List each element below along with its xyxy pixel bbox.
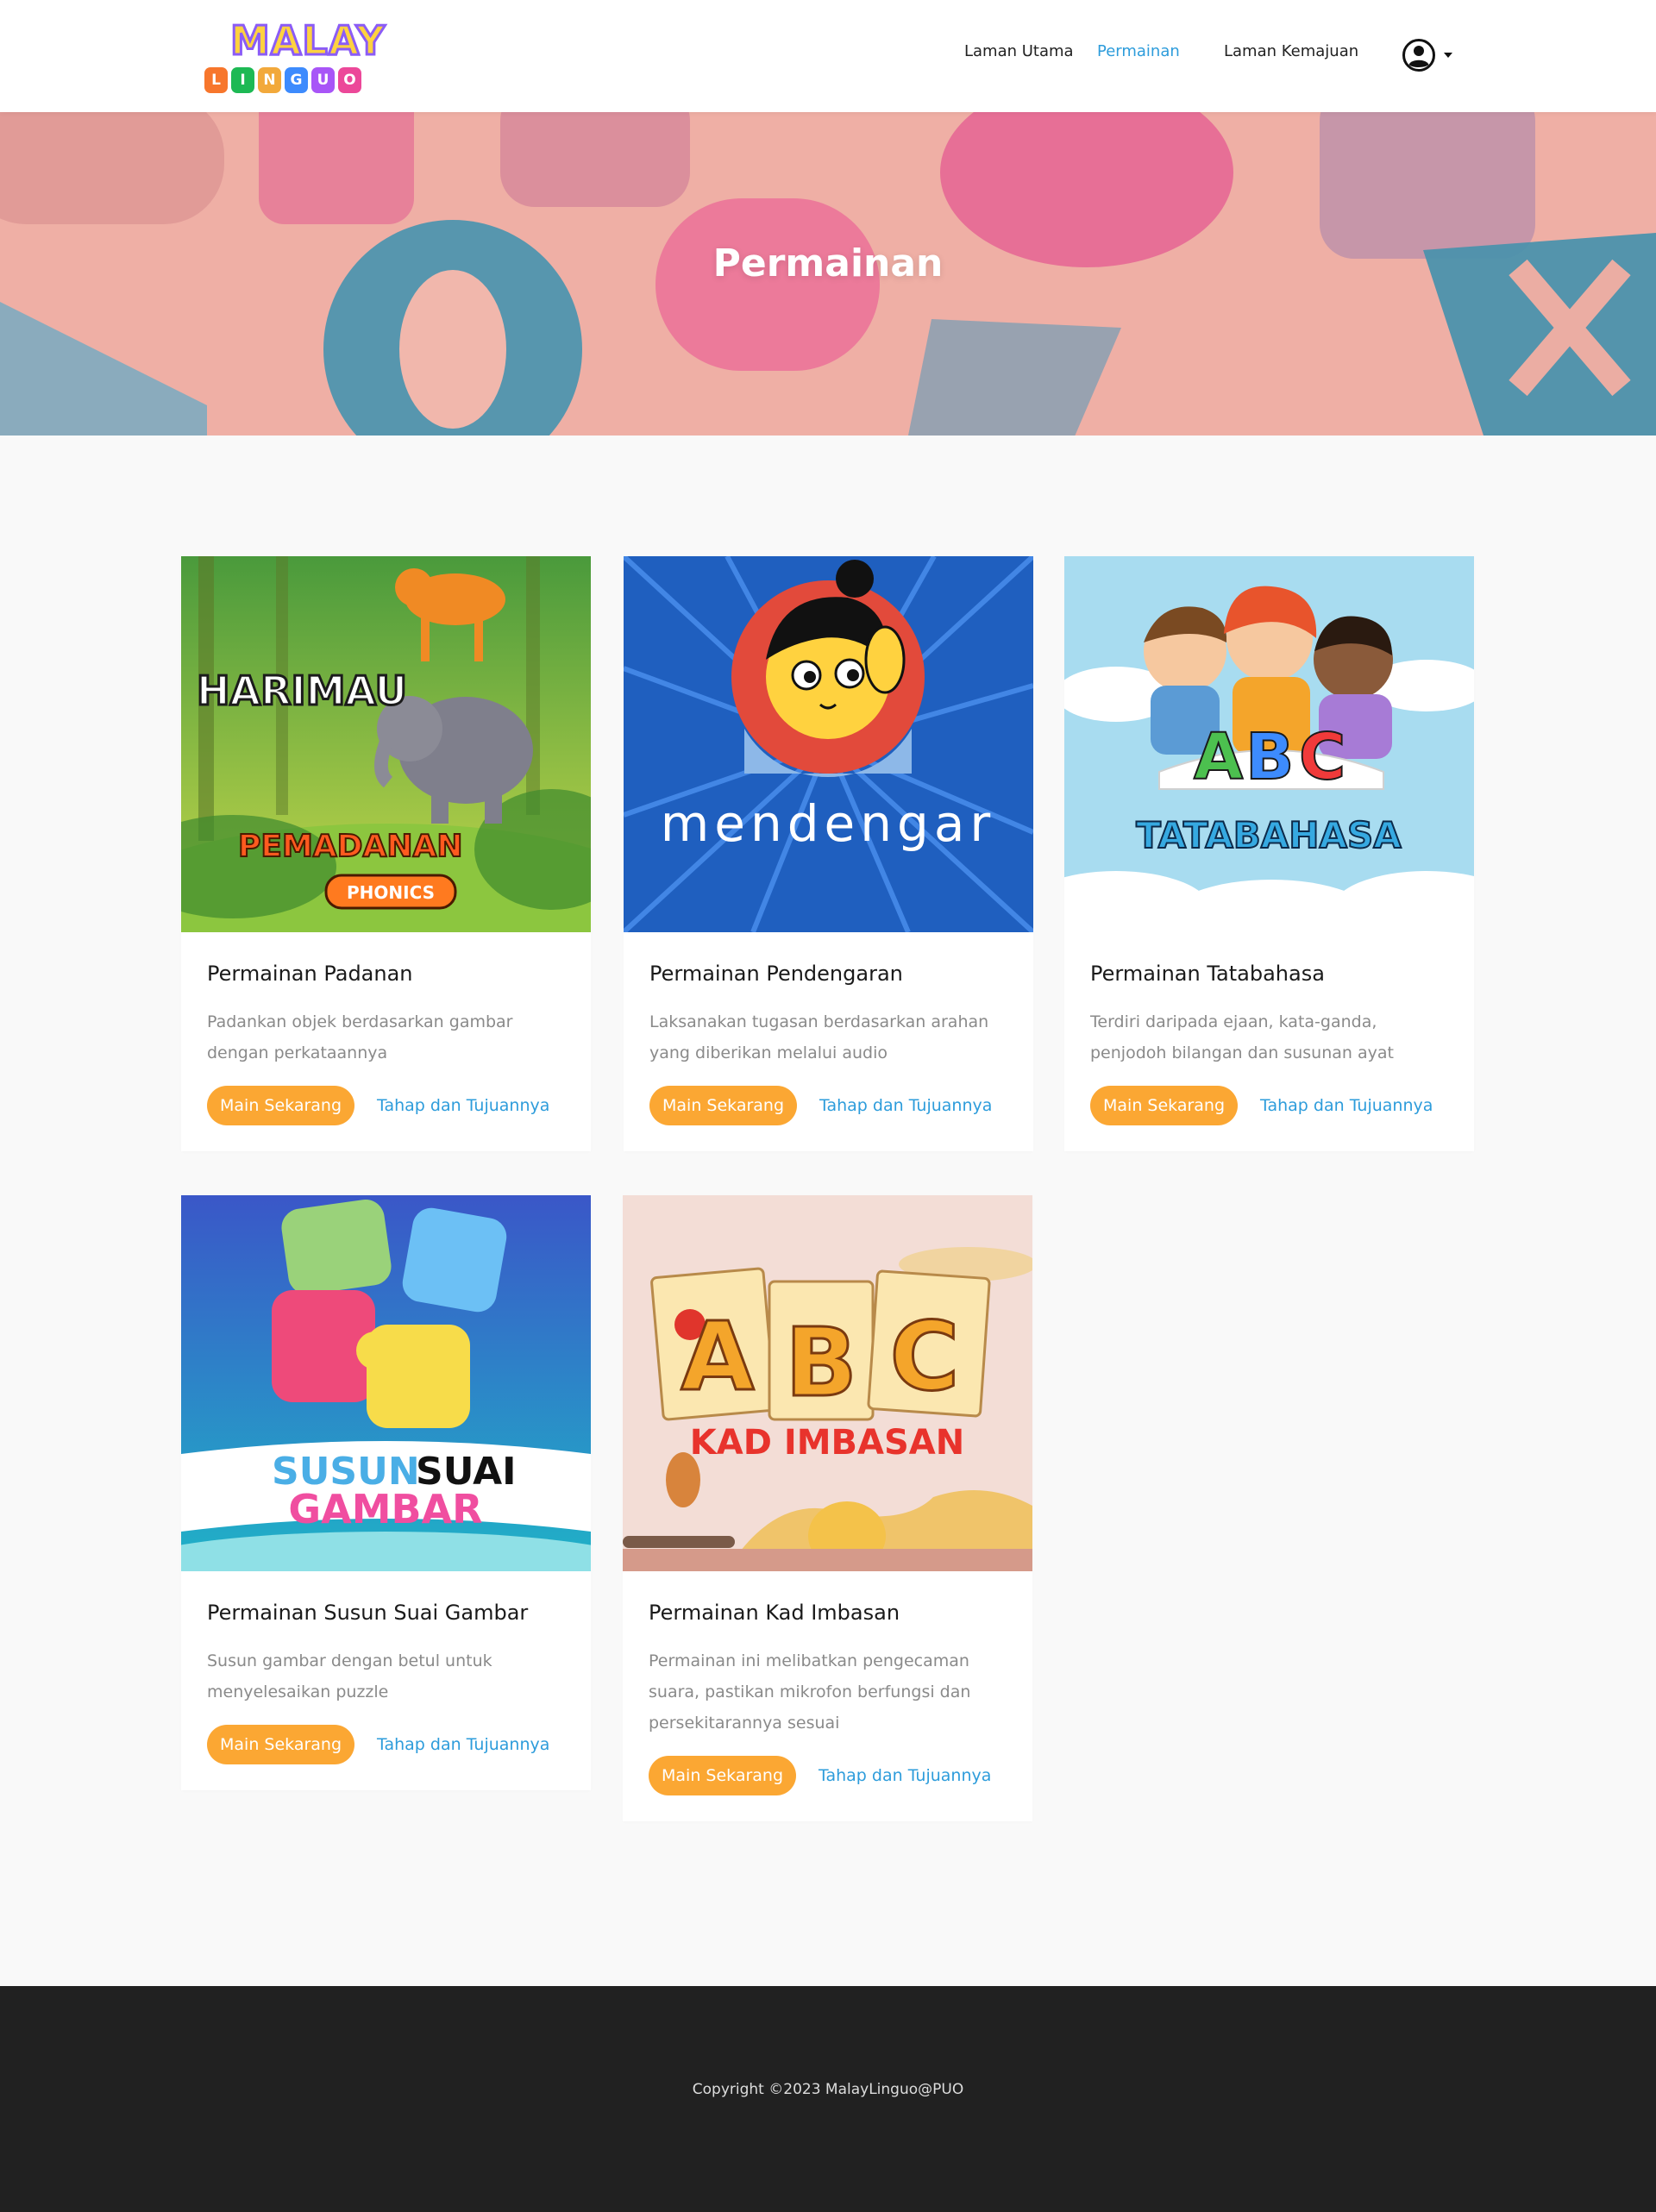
play-now-button[interactable]: Main Sekarang [649,1086,798,1125]
cover-text: TATABAHASA [1136,814,1402,856]
cover-text: PEMADANAN [238,829,463,864]
cover-text: GAMBAR [288,1486,482,1532]
game-card-tatabahasa: A B C TATABAHASA Permainan Tatabahasa Te… [1064,556,1474,1151]
cover-text: PHONICS [347,882,435,903]
game-card-description: Terdiri daripada ejaan, kata-ganda, penj… [1090,1012,1394,1062]
cover-text: B [1245,720,1294,794]
play-now-button[interactable]: Main Sekarang [207,1725,355,1764]
game-card-title: Permainan Susun Suai Gambar [207,1601,529,1625]
navbar: MALAY L I N G U O Laman Utama Permainan … [0,0,1656,112]
kad-imbasan-cover-image: A B C KAD IMBASAN [623,1195,1032,1571]
pendengaran-cover-image: mendengar [624,556,1033,932]
user-circle-icon [1402,39,1435,72]
game-card-actions: Main Sekarang Tahap dan Tujuannya [649,1756,1007,1795]
game-card-description: Permainan ini melibatkan pengecaman suar… [649,1651,971,1733]
game-card-kad-imbasan: A B C KAD IMBASAN Permainan Kad Imbasan … [623,1195,1032,1821]
game-card-description: Padankan objek berdasarkan gambar dengan… [207,1012,513,1062]
play-now-button[interactable]: Main Sekarang [207,1086,355,1125]
game-card-description: Laksanakan tugasan berdasarkan arahan ya… [649,1012,989,1062]
game-card-actions: Main Sekarang Tahap dan Tujuannya [649,1086,1007,1125]
logo-tile: N [258,67,281,93]
cover-text: C [1299,720,1346,794]
game-card-susun-suai-gambar: SUSUN SUAI GAMBAR Permainan Susun Suai G… [181,1195,591,1790]
game-card-body: Permainan Pendengaran Laksanakan tugasan… [624,932,1033,1151]
nav-progress[interactable]: Laman Kemajuan [1224,42,1358,60]
logo-tile: G [285,67,308,93]
game-card-actions: Main Sekarang Tahap dan Tujuannya [207,1725,565,1764]
logo-tile: L [204,67,228,93]
levels-objectives-link[interactable]: Tahap dan Tujuannya [819,1766,991,1785]
cover-text: C [890,1301,960,1412]
logo-tile: O [338,67,361,93]
user-menu-toggle[interactable] [1402,39,1455,72]
cover-text: HARIMAU [197,667,407,714]
page-title: Permainan [712,241,944,285]
game-card-image[interactable]: HARIMAU PEMADANAN PHONICS [181,556,591,932]
game-card-image[interactable]: A B C TATABAHASA [1064,556,1474,932]
cover-text: KAD IMBASAN [690,1423,964,1463]
levels-objectives-link[interactable]: Tahap dan Tujuannya [1260,1096,1433,1115]
game-card-title: Permainan Pendengaran [649,962,903,986]
cover-text: mendengar [661,794,995,853]
play-now-button[interactable]: Main Sekarang [649,1756,797,1795]
tatabahasa-cover-image: A B C TATABAHASA [1064,556,1474,932]
game-card-pendengaran: mendengar Permainan Pendengaran Laksanak… [624,556,1033,1151]
cover-text: A [681,1301,754,1412]
hero-banner: Permainan [0,112,1656,436]
game-card-title: Permainan Tatabahasa [1090,962,1325,986]
levels-objectives-link[interactable]: Tahap dan Tujuannya [819,1096,992,1115]
game-card-title: Permainan Padanan [207,962,413,986]
game-card-body: Permainan Susun Suai Gambar Susun gambar… [181,1571,591,1790]
game-card-padanan: HARIMAU PEMADANAN PHONICS Permainan Pada… [181,556,591,1151]
game-card-title: Permainan Kad Imbasan [649,1601,900,1625]
logo-tile: I [231,67,254,93]
play-now-button[interactable]: Main Sekarang [1090,1086,1239,1125]
site-footer: Copyright ©2023 MalayLinguo@PUO [0,1986,1656,2212]
nav-home[interactable]: Laman Utama [964,42,1074,60]
game-card-body: Permainan Padanan Padankan objek berdasa… [181,932,591,1151]
game-card-body: Permainan Tatabahasa Terdiri daripada ej… [1064,932,1474,1151]
caret-down-icon [1444,53,1452,58]
game-card-actions: Main Sekarang Tahap dan Tujuannya [207,1086,565,1125]
cover-text: B [785,1307,857,1418]
game-card-actions: Main Sekarang Tahap dan Tujuannya [1090,1086,1448,1125]
cover-text: A [1194,720,1243,794]
susun-suai-gambar-cover-image: SUSUN SUAI GAMBAR [181,1195,591,1571]
game-card-image[interactable]: SUSUN SUAI GAMBAR [181,1195,591,1571]
logo-letter-tiles: L I N G U O [204,67,361,93]
copyright-text: Copyright ©2023 MalayLinguo@PUO [692,2081,964,2098]
game-card-image[interactable]: mendengar [624,556,1033,932]
levels-objectives-link[interactable]: Tahap dan Tujuannya [377,1735,549,1754]
levels-objectives-link[interactable]: Tahap dan Tujuannya [377,1096,549,1115]
game-card-body: Permainan Kad Imbasan Permainan ini meli… [623,1571,1032,1821]
padanan-cover-image: HARIMAU PEMADANAN PHONICS [181,556,591,932]
game-card-description: Susun gambar dengan betul untuk menyeles… [207,1651,492,1701]
nav-games[interactable]: Permainan [1097,42,1180,60]
game-card-image[interactable]: A B C KAD IMBASAN [623,1195,1032,1571]
logo-tile: U [311,67,335,93]
